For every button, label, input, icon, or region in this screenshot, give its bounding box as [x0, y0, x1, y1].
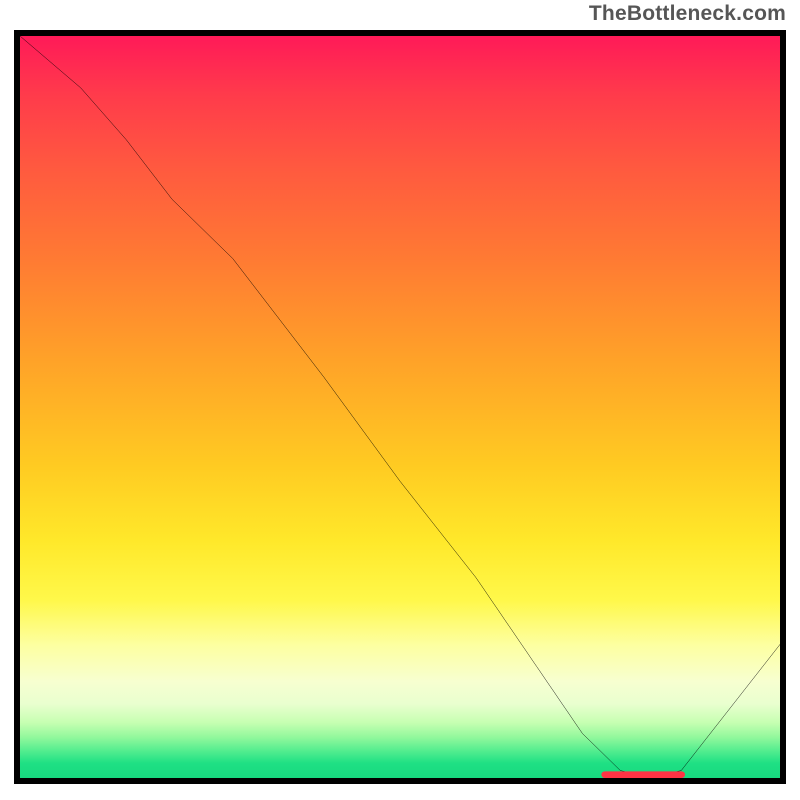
attribution-text: TheBottleneck.com	[589, 2, 786, 26]
optimum-marker	[601, 771, 685, 778]
chart-svg	[20, 36, 780, 778]
chart-frame	[14, 30, 786, 784]
curve-line	[20, 36, 780, 778]
plot-area	[20, 36, 780, 778]
